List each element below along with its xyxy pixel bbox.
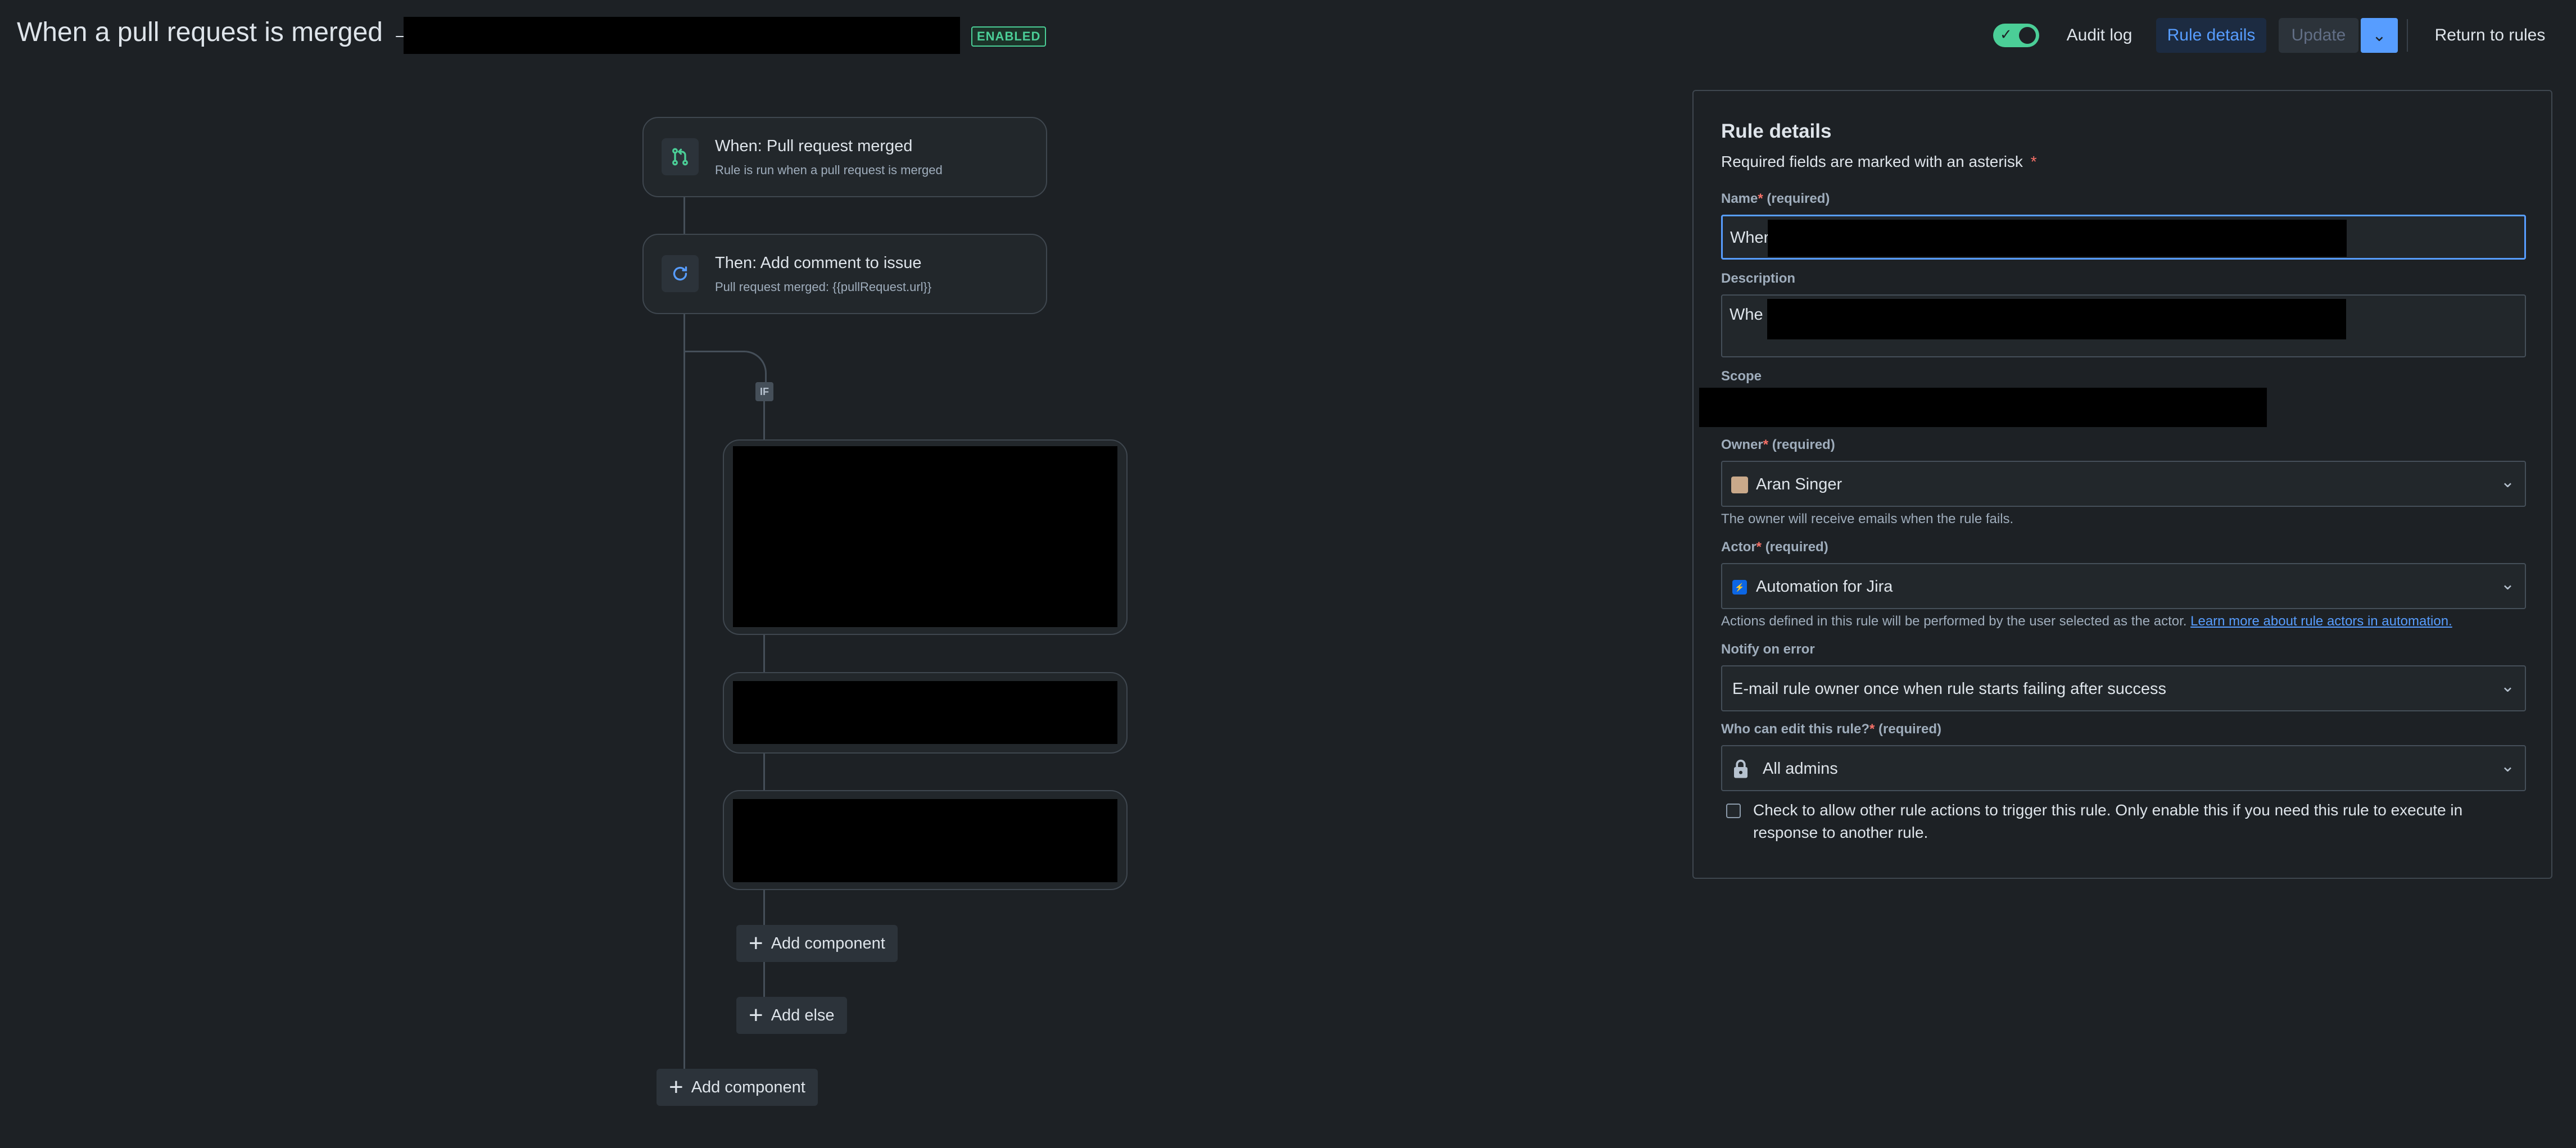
rule-enabled-toggle[interactable]: ✓ [1993, 24, 2039, 47]
plus-icon: + [749, 1001, 763, 1029]
action-node[interactable]: Then: Add comment to issue Pull request … [642, 234, 1047, 314]
name-field-value: Wher [1730, 229, 1769, 247]
redacted-content [733, 446, 1117, 627]
rule-details-button[interactable]: Rule details [2156, 18, 2266, 53]
chevron-down-icon: ⌄ [2500, 473, 2515, 491]
add-component-label: Add component [691, 1078, 805, 1096]
git-pull-request-icon [662, 138, 699, 175]
avatar [1731, 477, 1748, 493]
action-subtitle: Pull request merged: {{pullRequest.url}} [715, 280, 932, 294]
owner-label: Owner* (required) [1721, 437, 1835, 452]
header-divider [2407, 19, 2408, 52]
update-button[interactable]: Update [2279, 18, 2358, 53]
owner-helper: The owner will receive emails when the r… [1721, 511, 2014, 527]
add-else-button[interactable]: + Add else [736, 997, 847, 1034]
page-title: When a pull request is merged → [17, 17, 418, 47]
actor-helper: Actions defined in this rule will be per… [1721, 614, 2452, 629]
redacted-content [733, 681, 1117, 744]
status-badge: ENABLED [971, 26, 1047, 47]
branch-connector [683, 351, 767, 392]
branch-node[interactable] [723, 790, 1128, 890]
description-label: Description [1721, 271, 1796, 286]
trigger-subtitle: Rule is run when a pull request is merge… [715, 163, 943, 177]
redacted-content [733, 799, 1117, 882]
allow-trigger-label: Check to allow other rule actions to tri… [1753, 801, 2463, 841]
audit-log-button[interactable]: Audit log [2058, 18, 2140, 53]
plus-icon: + [669, 1073, 683, 1101]
add-component-label: Add component [771, 934, 885, 952]
owner-select[interactable]: Aran Singer ⌄ [1721, 461, 2526, 507]
scope-label: Scope [1721, 369, 1762, 384]
automation-icon: ⚡ [1732, 580, 1747, 595]
redacted-scope [1699, 388, 2267, 427]
action-title: Then: Add comment to issue [715, 254, 922, 272]
panel-heading: Rule details [1721, 120, 1832, 142]
branch-node[interactable] [723, 439, 1128, 635]
notify-select[interactable]: E-mail rule owner once when rule starts … [1721, 665, 2526, 711]
actor-select-value: Automation for Jira [1756, 578, 1893, 596]
connector-line [683, 314, 685, 1072]
redacted-description [1767, 299, 2346, 339]
trigger-title: When: Pull request merged [715, 137, 913, 155]
rule-details-panel: Rule details Required fields are marked … [1692, 90, 2552, 879]
lock-icon [1732, 759, 1749, 782]
actor-label: Actor* (required) [1721, 539, 1828, 555]
chevron-down-icon: ⌄ [2500, 757, 2515, 775]
connector-line [683, 197, 685, 236]
branch-node[interactable] [723, 672, 1128, 754]
allow-trigger-checkbox[interactable] [1726, 804, 1741, 818]
redacted-rule-name [404, 17, 960, 54]
learn-more-link[interactable]: Learn more about rule actors in automati… [2190, 614, 2452, 629]
trigger-node[interactable]: When: Pull request merged Rule is run wh… [642, 117, 1047, 197]
who-can-edit-value: All admins [1763, 760, 1838, 778]
who-can-edit-label: Who can edit this rule?* (required) [1721, 722, 1942, 737]
redacted-name [1768, 220, 2347, 257]
chevron-down-icon: ⌄ [2500, 575, 2515, 593]
description-field[interactable]: Whe [1721, 294, 2526, 357]
add-component-inner-button[interactable]: + Add component [736, 925, 898, 962]
name-field[interactable]: Wher [1721, 215, 2526, 260]
check-icon: ✓ [2000, 26, 2012, 43]
notify-select-value: E-mail rule owner once when rule starts … [1732, 680, 2167, 698]
description-field-value: Whe [1730, 306, 1763, 324]
toggle-knob [2019, 27, 2036, 44]
if-badge: IF [755, 382, 773, 401]
required-note: Required fields are marked with an aster… [1721, 153, 2037, 170]
plus-icon: + [749, 929, 763, 957]
add-else-label: Add else [771, 1006, 835, 1024]
notify-label: Notify on error [1721, 642, 1815, 657]
add-component-outer-button[interactable]: + Add component [657, 1069, 818, 1106]
return-to-rules-button[interactable]: Return to rules [2417, 18, 2563, 53]
chevron-down-icon: ⌄ [2500, 677, 2515, 696]
actor-select[interactable]: ⚡ Automation for Jira ⌄ [1721, 563, 2526, 609]
update-options-button[interactable]: ⌄ [2361, 18, 2398, 53]
refresh-icon [662, 255, 699, 292]
chevron-down-icon: ⌄ [2372, 26, 2387, 45]
name-label: Name* (required) [1721, 191, 1830, 206]
owner-select-value: Aran Singer [1756, 475, 1842, 493]
who-can-edit-select[interactable]: All admins ⌄ [1721, 745, 2526, 791]
